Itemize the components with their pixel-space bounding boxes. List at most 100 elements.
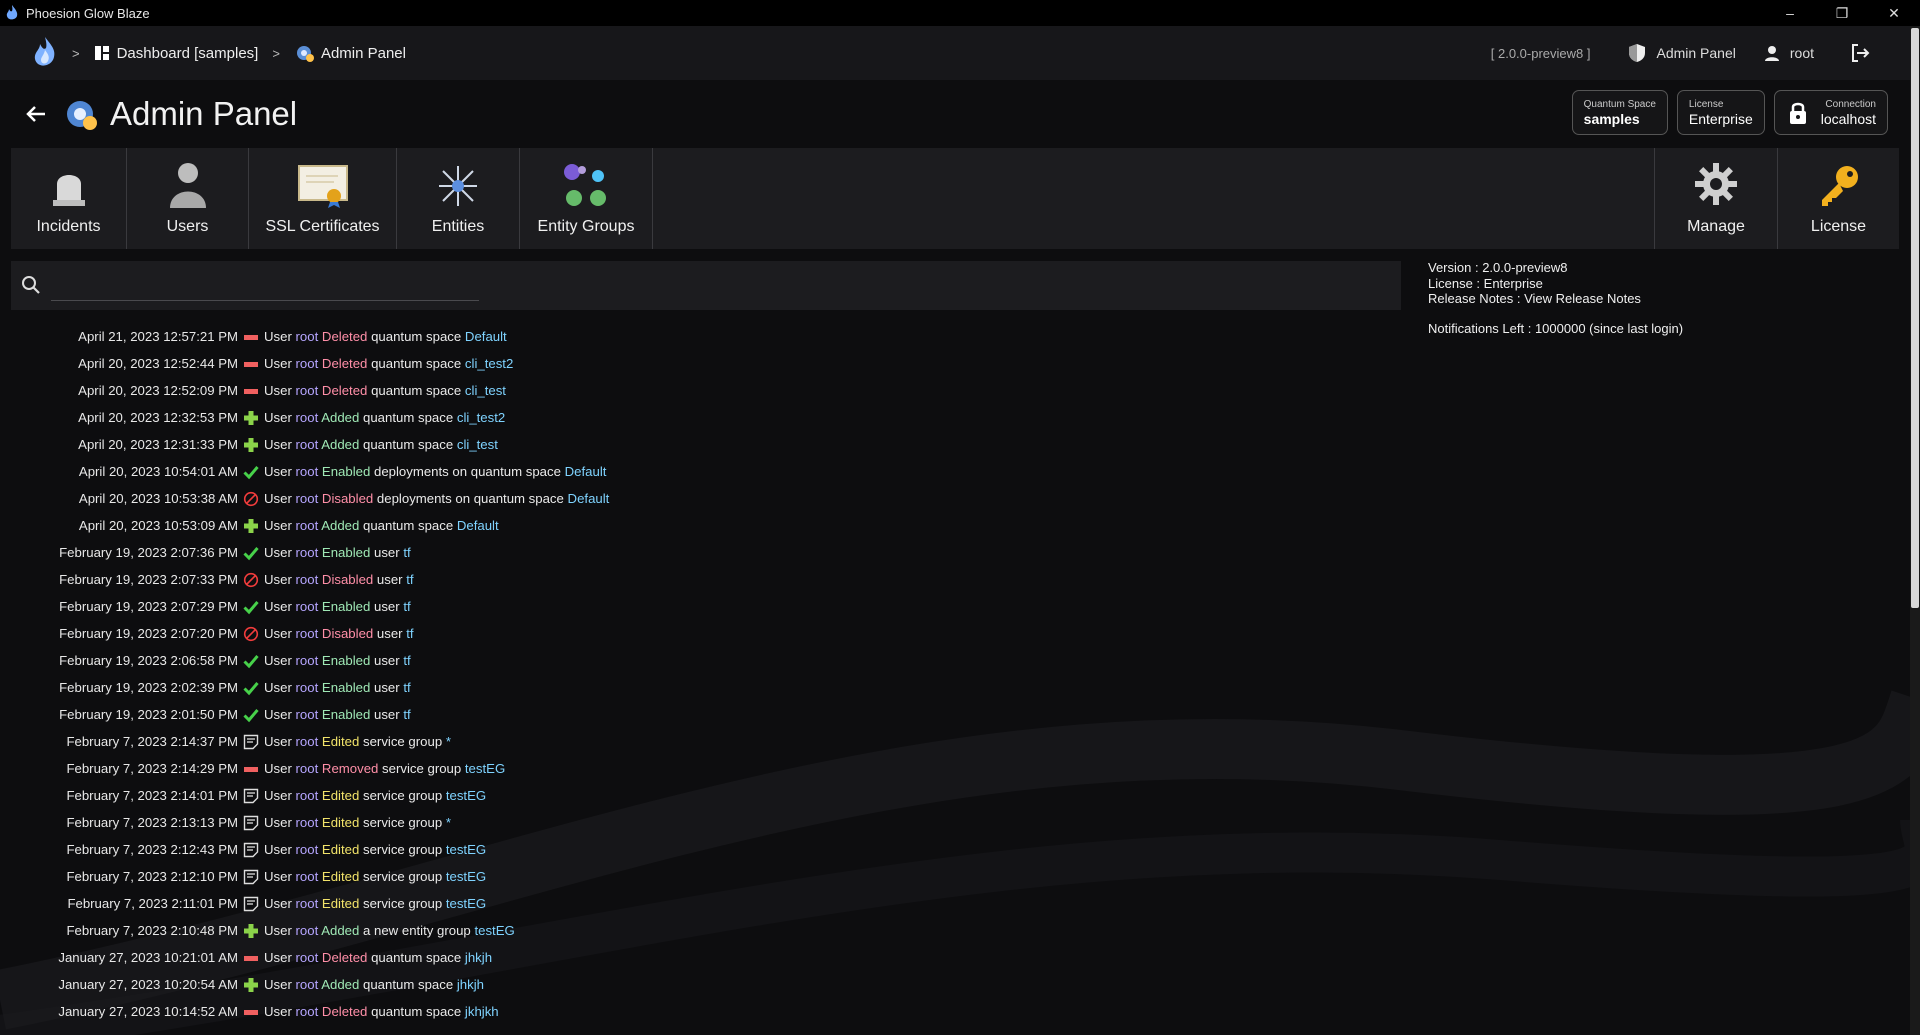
license-button[interactable]: License [1777,148,1899,249]
disabled-icon [238,572,264,588]
log-target: testEG [445,896,487,911]
log-user: root [295,977,319,992]
log-message: User root Enabled user tf [264,707,411,722]
breadcrumb-dashboard-label: Dashboard [samples] [116,44,259,62]
log-row[interactable]: February 19, 2023 2:07:20 PM User root Di… [0,620,1400,647]
log-row[interactable]: February 19, 2023 2:07:36 PM User root En… [0,539,1400,566]
log-row[interactable]: February 7, 2023 2:14:29 PM User root Rem… [0,755,1400,782]
log-action: Disabled [321,491,374,506]
search-input[interactable] [51,271,479,301]
log-row[interactable]: January 27, 2023 10:21:01 AM User root De… [0,944,1400,971]
close-button[interactable]: ✕ [1868,0,1920,26]
restore-button[interactable]: ❐ [1816,0,1868,26]
log-user: root [295,491,319,506]
siren-icon [52,175,85,206]
log-row[interactable]: February 7, 2023 2:13:13 PM User root Edi… [0,809,1400,836]
log-row[interactable]: February 7, 2023 2:12:43 PM User root Edi… [0,836,1400,863]
scrollbar-thumb[interactable] [1911,28,1919,608]
breadcrumb-separator: > [272,45,280,61]
minimize-button[interactable]: – [1764,0,1816,26]
log-prefix: User [264,734,292,749]
log-timestamp: February 19, 2023 2:07:33 PM [59,572,238,587]
log-target: tf [403,545,411,560]
back-arrow-icon[interactable] [24,102,48,126]
quantum-space-chip[interactable]: Quantum Space samples [1571,90,1668,135]
log-user: root [295,788,319,803]
license-chip[interactable]: License Enterprise [1676,90,1765,135]
log-row[interactable]: April 20, 2023 12:52:44 PM User root Dele… [0,350,1400,377]
log-timestamp: February 7, 2023 2:14:01 PM [66,788,238,803]
log-row[interactable]: April 20, 2023 12:31:33 PM User root Adde… [0,431,1400,458]
log-row[interactable]: April 20, 2023 10:53:38 AM User root Disa… [0,485,1400,512]
log-prefix: User [264,680,292,695]
log-row[interactable]: February 7, 2023 2:12:10 PM User root Edi… [0,863,1400,890]
log-action: Removed [321,761,379,776]
log-timestamp: April 20, 2023 12:31:33 PM [78,437,238,452]
remove-icon [238,356,264,372]
log-row[interactable]: February 7, 2023 2:10:48 PM User root Add… [0,917,1400,944]
add-icon [238,410,264,426]
home-flame-icon[interactable] [32,36,58,70]
log-target: tf [403,707,411,722]
log-prefix: User [264,491,292,506]
release-notes-link[interactable]: Release Notes : View Release Notes [1428,291,1683,307]
check-icon [238,680,264,696]
log-row[interactable]: February 19, 2023 2:02:39 PM User root En… [0,674,1400,701]
log-target: tf [403,680,411,695]
log-row[interactable]: April 20, 2023 10:53:09 AM User root Adde… [0,512,1400,539]
log-row[interactable]: April 21, 2023 12:57:21 PM User root Dele… [0,323,1400,350]
log-message: User root Edited service group testEG [264,788,486,803]
log-prefix: User [264,572,292,587]
logout-icon[interactable] [1850,43,1870,63]
log-row[interactable]: February 7, 2023 2:14:01 PM User root Edi… [0,782,1400,809]
log-row[interactable]: February 19, 2023 2:07:33 PM User root Di… [0,566,1400,593]
log-row[interactable]: February 7, 2023 2:14:37 PM User root Edi… [0,728,1400,755]
log-row[interactable]: February 19, 2023 2:06:58 PM User root En… [0,647,1400,674]
log-target: Default [464,329,507,344]
log-prefix: User [264,896,292,911]
log-prefix: User [264,410,292,425]
log-object: quantum space [371,383,462,398]
log-timestamp: April 20, 2023 12:52:44 PM [78,356,238,371]
breadcrumb-admin-panel[interactable]: Admin Panel [294,42,406,64]
user-menu[interactable]: root [1764,45,1814,61]
entity-groups-button[interactable]: Entity Groups [520,148,653,249]
log-target: tf [406,626,414,641]
admin-panel-nav[interactable]: Admin Panel [1628,43,1736,63]
log-user: root [295,896,319,911]
log-user: root [295,356,319,371]
ssl-certificates-button[interactable]: SSL Certificates [249,148,397,249]
log-prefix: User [264,923,292,938]
connection-chip[interactable]: Connection localhost [1773,90,1888,135]
entities-button[interactable]: Entities [397,148,520,249]
log-user: root [295,437,319,452]
log-target: jhkjh [456,977,484,992]
log-timestamp: January 27, 2023 10:14:52 AM [58,1004,238,1019]
log-row[interactable]: February 7, 2023 2:11:01 PM User root Edi… [0,890,1400,917]
log-prefix: User [264,707,292,722]
scrollbar[interactable] [1910,26,1920,1035]
log-row[interactable]: January 27, 2023 10:14:52 AM User root De… [0,998,1400,1025]
log-user: root [295,950,319,965]
log-target: tf [403,599,411,614]
log-target: testEG [445,788,487,803]
remove-icon [238,329,264,345]
log-row[interactable]: February 19, 2023 2:01:50 PM User root En… [0,701,1400,728]
users-button[interactable]: Users [127,148,249,249]
manage-button[interactable]: Manage [1654,148,1777,249]
breadcrumb-dashboard[interactable]: Dashboard [samples] [94,44,259,62]
log-action: Deleted [321,950,368,965]
connection-label: Connection [1825,98,1876,110]
incidents-button[interactable]: Incidents [11,148,127,249]
log-user: root [295,842,319,857]
log-timestamp: February 7, 2023 2:14:29 PM [66,761,238,776]
log-row[interactable]: April 20, 2023 12:32:53 PM User root Adde… [0,404,1400,431]
log-row[interactable]: February 19, 2023 2:07:29 PM User root En… [0,593,1400,620]
log-message: User root Disabled deployments on quantu… [264,491,609,506]
log-row[interactable]: April 20, 2023 10:54:01 AM User root Enab… [0,458,1400,485]
log-row[interactable]: January 27, 2023 10:20:54 AM User root Ad… [0,971,1400,998]
log-row[interactable]: April 20, 2023 12:52:09 PM User root Dele… [0,377,1400,404]
log-object: service group [363,815,443,830]
license-label: License [1810,218,1867,235]
log-timestamp: April 20, 2023 12:52:09 PM [78,383,238,398]
